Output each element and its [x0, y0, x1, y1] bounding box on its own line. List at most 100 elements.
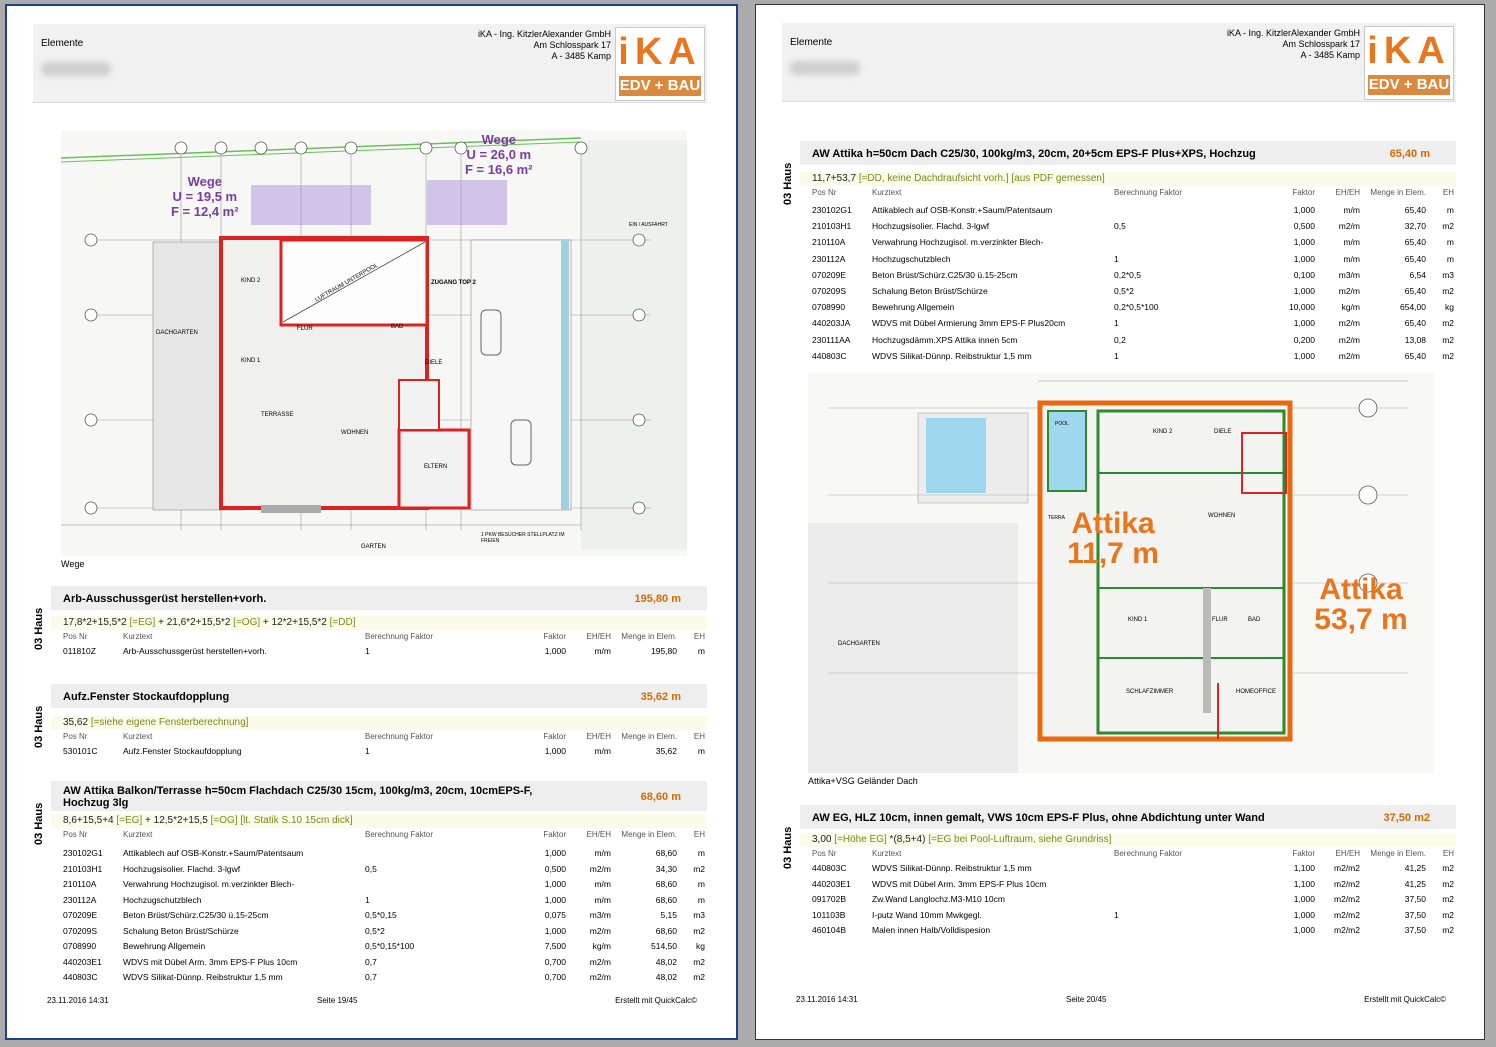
column-header-kurz: Kurztext: [872, 849, 902, 858]
section-formula: 11,7+53,7 [=DD, keine Dachdraufsicht vor…: [800, 172, 1456, 186]
cell-eh: m2: [1442, 350, 1454, 361]
cell-fak: 1,100: [1293, 878, 1315, 889]
section-title-bar: Arb-Ausschussgerüst herstellen+vorh. 195…: [51, 586, 707, 610]
label-diele: DIELE: [1214, 429, 1232, 435]
column-header-eheh: EH/EH: [586, 830, 611, 839]
cell-pos: 011810Z: [63, 646, 96, 656]
column-header-fak: Faktor: [1292, 188, 1315, 197]
cell-eheh: m2/m2: [1334, 909, 1360, 920]
column-headers: Pos Nr Kurztext Berechnung Faktor Faktor EH/…: [812, 849, 1456, 861]
table-row: 460104B Malen innen Halb/Volldispesion 1,0…: [812, 925, 1456, 937]
logo-top: iKA: [1367, 29, 1451, 72]
cell-fak: 1,000: [544, 646, 566, 656]
cell-ber: 0,7: [365, 956, 377, 967]
cell-fak: 0,500: [544, 863, 566, 874]
cell-menge: 13,08: [1404, 334, 1426, 345]
cell-fak: 0,500: [1293, 221, 1315, 232]
section-title-bar: Aufz.Fenster Stockaufdopplung 35,62 m: [51, 684, 707, 708]
haus-label: 03 Haus: [782, 826, 794, 869]
label-wohnen: WOHNEN: [1208, 513, 1236, 519]
page-header: Elemente iKA - Ing. KitzlerAlexander Gmb…: [33, 24, 707, 103]
table-row: 530101C Aufz.Fenster Stockaufdopplung 1 1,0…: [63, 746, 707, 758]
cell-kurz: Schalung Beton Brüst/Schürze: [123, 925, 239, 936]
cell-pos: 460104B: [812, 925, 847, 935]
cell-menge: 65,40: [1404, 350, 1426, 361]
column-header-menge: Menge in Elem.: [621, 732, 677, 741]
column-header-eheh: EH/EH: [586, 732, 611, 741]
cell-fak: 1,000: [544, 848, 566, 858]
section-aufz-fenster: 03 Haus Aufz.Fenster Stockaufdopplung 35…: [33, 684, 707, 764]
formula-part: 8,6+15,5+4: [63, 815, 117, 826]
company-name: iKA - Ing. KitzlerAlexander GmbH: [477, 29, 611, 39]
column-header-eh: EH: [1442, 849, 1454, 858]
section-title-bar: AW Attika Balkon/Terrasse h=50cm Flachda…: [51, 781, 707, 811]
cell-menge: 35,62: [655, 746, 677, 756]
table-row: 210103H1 Hochzugsisolier. Flachd. 3-lgwf 0…: [63, 864, 707, 876]
column-header-kurz: Kurztext: [872, 188, 902, 197]
section-title: Arb-Ausschussgerüst herstellen+vorh.: [63, 593, 267, 605]
table-row: 440803C WDVS Silikat-Dünnp. Reibstruktur …: [63, 972, 707, 984]
cell-menge: 65,40: [1404, 318, 1426, 329]
cell-eheh: m/m: [594, 848, 611, 858]
label-terra: TERRA: [1048, 515, 1065, 521]
table-row: 230102G1 Attikablech auf OSB-Konstr.+Saum…: [812, 205, 1456, 217]
cell-kurz: Malen innen Halb/Volldispesion: [872, 925, 991, 935]
section-title: AW Attika h=50cm Dach C25/30, 100kg/m3, …: [812, 148, 1256, 160]
cell-ber: 1: [1114, 909, 1119, 920]
footer-page: Seite 20/45: [1066, 995, 1107, 1004]
attika1-value: 11,7 m: [1067, 537, 1159, 570]
cell-menge: 514,50: [651, 941, 677, 951]
cell-fak: 0,700: [544, 956, 566, 967]
cell-eheh: m2/m2: [1334, 863, 1360, 873]
company-street: Am Schlosspark 17: [1282, 39, 1360, 49]
table-row: 070209S Schalung Beton Brüst/Schürze 0,5*2…: [812, 286, 1456, 298]
wege-label-2: Wege U = 26,0 m F = 16,6 m²: [465, 132, 533, 177]
haus-label: 03 Haus: [782, 162, 794, 205]
cell-kurz: Bewehrung Allgemein: [872, 302, 955, 313]
formula-part: + 21,6*2+15,5*2: [155, 617, 234, 628]
cell-pos: 210103H1: [812, 221, 852, 232]
cell-eh: m: [1446, 237, 1454, 248]
cell-kurz: Arb-Ausschussgerüst herstellen+vorh.: [123, 646, 267, 656]
cell-eheh: m/m: [594, 746, 611, 756]
section-title: AW EG, HLZ 10cm, innen gemalt, VWS 10cm …: [812, 812, 1265, 824]
footer-date: 23.11.2016 14:31: [796, 995, 858, 1004]
cell-pos: 0708990: [812, 302, 846, 313]
table-row: 230111AA Hochzugsdämm.XPS Attika innen 5c…: [812, 335, 1456, 347]
section-formula: 3,00 [=Höhe EG] *(8,5+4) [=EG bei Pool-L…: [800, 833, 1456, 847]
formula-comment: [=DD]: [329, 617, 356, 628]
cell-kurz: Hochzugschutzblech: [872, 253, 951, 264]
company-address: iKA - Ing. KitzlerAlexander GmbH Am Schl…: [1227, 28, 1360, 61]
wege2-u: U = 26,0 m: [466, 147, 532, 162]
table-row: 070209S Schalung Beton Brüst/Schürze 0,5*2…: [63, 926, 707, 938]
column-header-ber: Berechnung Faktor: [365, 732, 434, 741]
formula-part: 35,62: [63, 717, 91, 728]
cell-eh: m: [697, 894, 705, 905]
cell-eheh: m/m: [1343, 253, 1360, 264]
column-header-ber: Berechnung Faktor: [1114, 849, 1183, 858]
label-kind2: KIND 2: [241, 278, 261, 284]
column-header-ber: Berechnung Faktor: [365, 830, 434, 839]
blurred-project-name: [41, 62, 111, 76]
cell-fak: 1,000: [1293, 318, 1315, 329]
footer-page: Seite 19/45: [317, 996, 358, 1005]
formula-comment: [=Höhe EG]: [834, 834, 887, 845]
label-eltern: ELTERN: [424, 464, 448, 470]
label-flur: FLUR: [1212, 617, 1228, 623]
cell-ber: 1: [365, 746, 370, 756]
cell-ber: 0,7: [365, 972, 377, 982]
cell-pos: 440803C: [812, 350, 847, 361]
table-row: 230112A Hochzugschutzblech 1 1,000 m/m 68,60 m: [63, 895, 707, 907]
cell-fak: 1,000: [544, 879, 566, 889]
cell-pos: 070209E: [812, 269, 847, 280]
column-header-kurz: Kurztext: [123, 632, 153, 641]
cell-eh: kg: [696, 941, 705, 951]
cell-kurz: Attikablech auf OSB-Konstr.+Saum/Patents…: [123, 848, 304, 858]
formula-part: 3,00: [812, 834, 835, 845]
company-street: Am Schlosspark 17: [533, 40, 611, 50]
table-row: 440203E1 WDVS mit Dübel Arm. 3mm EPS-F Pl…: [812, 879, 1456, 891]
cell-eheh: m2/m2: [1334, 878, 1360, 889]
cell-eh: m3: [693, 910, 705, 920]
cell-menge: 68,60: [655, 925, 677, 936]
cell-fak: 0,200: [1293, 334, 1315, 345]
